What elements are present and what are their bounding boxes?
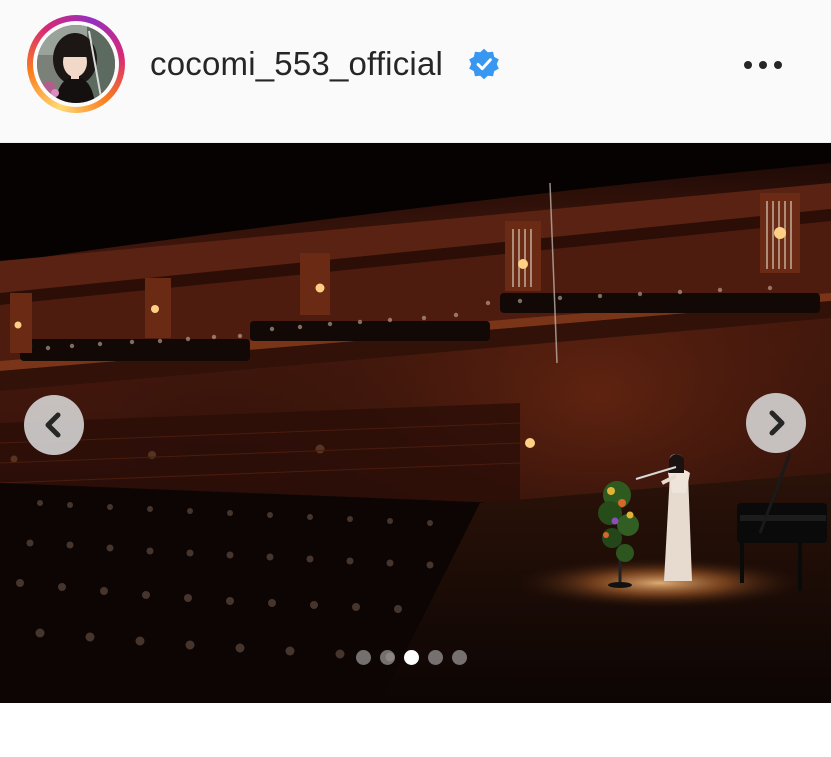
username[interactable]: cocomi_553_official — [150, 42, 443, 86]
carousel-dot — [356, 650, 371, 665]
more-horizontal-icon — [744, 61, 782, 69]
avatar[interactable] — [37, 25, 115, 103]
carousel-indicator — [356, 650, 467, 666]
verified-badge-icon — [469, 48, 499, 80]
instagram-post: cocomi_553_official — [0, 0, 831, 757]
story-ring[interactable] — [27, 15, 125, 113]
avatar-photo — [37, 25, 115, 103]
previous-slide-button[interactable] — [24, 395, 84, 455]
carousel-dot — [428, 650, 443, 665]
next-slide-button[interactable] — [746, 393, 806, 453]
more-options-button[interactable] — [740, 50, 786, 80]
carousel-dot-active — [404, 650, 419, 665]
carousel-dot — [380, 650, 395, 665]
concert-hall-photo — [0, 143, 831, 703]
post-photo[interactable] — [0, 143, 831, 703]
post-footer-area — [0, 703, 831, 757]
chevron-left-icon — [45, 412, 61, 438]
post-header: cocomi_553_official — [0, 0, 831, 143]
carousel-dot — [452, 650, 467, 665]
chevron-right-icon — [769, 410, 785, 436]
